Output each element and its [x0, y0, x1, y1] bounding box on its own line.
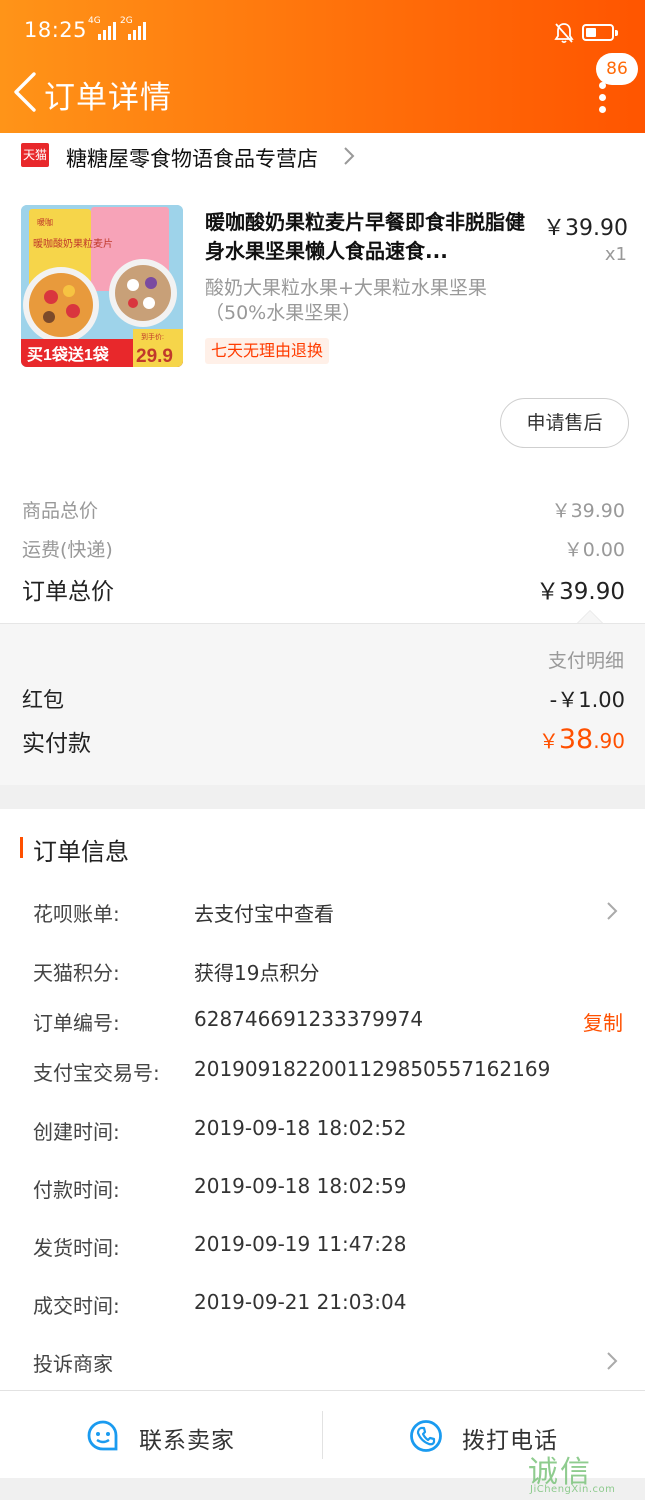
- message-count-badge[interactable]: 86: [596, 53, 638, 85]
- app-header: 18:25 4G 2G 订单详情 86: [0, 0, 645, 133]
- after-sale-button[interactable]: 申请售后: [500, 398, 629, 448]
- chat-bubble-icon: [87, 1420, 118, 1451]
- contact-seller-label: 联系卖家: [139, 1428, 235, 1454]
- order-number-value: 628746691233379974: [194, 1007, 424, 1031]
- info-key: 花呗账单:: [33, 902, 120, 926]
- chevron-right-icon: [607, 1352, 618, 1370]
- alipay-trade-number-row: 支付宝交易号: 2019091822001129850557162169: [33, 1057, 623, 1089]
- info-value: 获得19点积分: [194, 961, 320, 985]
- tmall-points-row: 天猫积分: 获得19点积分: [33, 957, 623, 989]
- info-value: 2019-09-18 18:02:59: [194, 1174, 407, 1198]
- huabei-bill-row[interactable]: 花呗账单: 去支付宝中查看: [33, 898, 623, 930]
- page-title: 订单详情: [44, 80, 172, 116]
- info-value: 2019-09-21 21:03:04: [194, 1290, 407, 1314]
- order-number-row: 订单编号: 628746691233379974 复制: [33, 1007, 623, 1039]
- chevron-right-icon: [344, 147, 355, 165]
- order-total-label: 订单总价: [22, 579, 114, 605]
- complaint-row[interactable]: 投诉商家: [33, 1348, 623, 1380]
- status-time: 18:25: [24, 18, 88, 42]
- currency-symbol: ￥: [538, 729, 559, 753]
- info-value: 2019-09-18 18:02:52: [194, 1116, 407, 1140]
- image-price-text: 29.9: [136, 346, 173, 367]
- info-key: 付款时间:: [33, 1178, 120, 1202]
- complaint-label[interactable]: 投诉商家: [33, 1348, 113, 1377]
- info-key: 订单编号:: [33, 1011, 120, 1035]
- watermark-url: JiChengXin.com: [530, 1484, 616, 1495]
- store-name[interactable]: 糖糖屋零食物语食品专营店: [66, 143, 318, 173]
- back-arrow-icon[interactable]: [10, 70, 44, 114]
- completed-time-row: 成交时间: 2019-09-21 21:03:04: [33, 1290, 623, 1322]
- info-key: 支付宝交易号:: [33, 1061, 160, 1085]
- paid-time-row: 付款时间: 2019-09-18 18:02:59: [33, 1174, 623, 1206]
- info-value: 去支付宝中查看: [194, 902, 334, 926]
- tmall-logo-icon: 天猫: [21, 143, 49, 167]
- watermark: 诚信 JiChengXin.com: [528, 1447, 643, 1499]
- goods-total-value: ￥39.90: [551, 500, 625, 522]
- shipping-label: 运费(快递): [22, 539, 113, 561]
- shipped-time-row: 发货时间: 2019-09-19 11:47:28: [33, 1232, 623, 1264]
- image-price-label-text: 到手价:: [141, 332, 164, 341]
- network-type-label: 4G: [88, 16, 101, 26]
- actual-paid-value: ￥38.90: [539, 724, 625, 755]
- signal-2g-icon: 2G: [120, 16, 146, 40]
- order-info-title: 订单信息: [33, 838, 129, 866]
- shipping-value: ￥0.00: [563, 539, 625, 561]
- actual-paid-integer: 38: [558, 724, 594, 755]
- section-divider: [0, 785, 645, 809]
- info-value: 2019-09-19 11:47:28: [194, 1232, 407, 1256]
- info-key: 成交时间:: [33, 1294, 120, 1318]
- battery-icon: [582, 24, 618, 41]
- section-accent-bar: [20, 837, 23, 858]
- return-policy-tag: 七天无理由退换: [205, 338, 330, 364]
- image-product-name-text: 暖咖酸奶果粒麦片: [33, 237, 113, 250]
- image-promo-text: 买1袋送1袋: [27, 345, 110, 364]
- actual-paid-decimal: .90: [593, 729, 625, 753]
- store-row[interactable]: 天猫 糖糖屋零食物语食品专营店: [0, 133, 645, 183]
- more-options-icon[interactable]: [588, 82, 618, 114]
- mute-bell-icon: [554, 23, 574, 44]
- product-image[interactable]: 暖咖 暖咖酸奶果粒麦片 买1袋送1袋 到手价: 29.9: [21, 205, 183, 367]
- product-price: ￥39.90: [543, 216, 628, 241]
- product-title[interactable]: 暖咖酸奶果粒麦片早餐即食非脱脂健身水果坚果懒人食品速食...: [205, 208, 535, 266]
- status-bar: 18:25 4G 2G: [0, 0, 645, 64]
- actual-paid-label: 实付款: [22, 731, 91, 757]
- red-packet-label: 红包: [22, 688, 64, 712]
- order-total-value: ￥39.90: [536, 579, 625, 605]
- info-value: 2019091822001129850557162169: [194, 1057, 551, 1081]
- info-key: 天猫积分:: [33, 961, 120, 985]
- info-key: 创建时间:: [33, 1120, 120, 1144]
- chevron-right-icon: [607, 902, 618, 920]
- product-sku: 酸奶大果粒水果+大果粒水果坚果（50%水果坚果）: [205, 277, 487, 324]
- payment-detail-pointer: [577, 610, 603, 623]
- image-brand-text: 暖咖: [37, 217, 53, 227]
- info-key: 发货时间:: [33, 1236, 120, 1260]
- phone-icon: [410, 1420, 442, 1452]
- payment-detail-label: 支付明细: [547, 650, 624, 672]
- goods-total-label: 商品总价: [22, 500, 99, 522]
- contact-seller-button[interactable]: 联系卖家: [0, 1391, 322, 1479]
- red-packet-value: -￥1.00: [549, 688, 625, 712]
- network-type-label: 2G: [120, 16, 133, 26]
- copy-button[interactable]: 复制: [583, 1007, 623, 1036]
- product-quantity: x1: [604, 244, 627, 265]
- signal-4g-icon: 4G: [88, 16, 116, 40]
- payment-detail-panel: 支付明细 红包 -￥1.00 实付款 ￥38.90: [0, 623, 645, 785]
- created-time-row: 创建时间: 2019-09-18 18:02:52: [33, 1116, 623, 1148]
